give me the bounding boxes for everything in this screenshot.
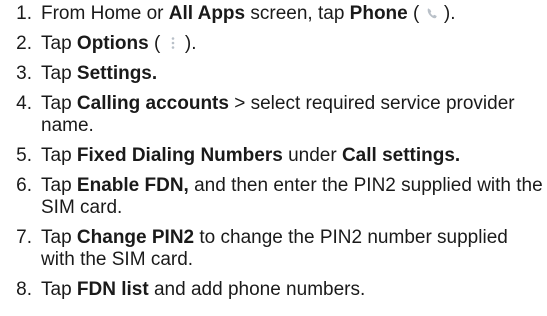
step-number: 6. xyxy=(16,175,32,196)
step-number: 2. xyxy=(16,33,32,54)
step-plain-text: From Home or xyxy=(41,3,169,24)
step-item: 3. Tap Settings. xyxy=(0,63,547,85)
step-item: 4. Tap Calling accounts > select required… xyxy=(0,93,547,137)
step-emphasis-text: Fixed Dialing Numbers xyxy=(76,145,283,166)
step-item: 2. Tap Options ( ). xyxy=(0,33,547,55)
step-emphasis-text: Calling accounts xyxy=(76,93,229,114)
step-plain-text: screen, tap xyxy=(245,3,350,24)
step-number: 4. xyxy=(16,93,32,114)
step-text: Tap Change PIN2 to change the PIN2 numbe… xyxy=(41,227,547,271)
step-number: 3. xyxy=(16,63,32,84)
step-text: Tap Enable FDN, and then enter the PIN2 … xyxy=(41,175,547,219)
instruction-steps-list: 1. From Home or All Apps screen, tap Phon… xyxy=(0,3,547,309)
step-emphasis-text: Phone xyxy=(349,3,408,24)
step-emphasis-text: All Apps xyxy=(168,3,246,24)
step-text: Tap Calling accounts > select required s… xyxy=(41,93,547,137)
step-text: Tap Settings. xyxy=(41,63,547,85)
step-plain-text: Tap xyxy=(41,145,77,166)
step-number: 8. xyxy=(16,279,32,300)
step-text: From Home or All Apps screen, tap Phone … xyxy=(41,3,547,25)
step-item: 8. Tap FDN list and add phone numbers. xyxy=(0,279,547,301)
step-number: 7. xyxy=(16,227,32,248)
step-emphasis-text: Options xyxy=(76,33,149,54)
step-plain-text: under xyxy=(282,145,342,166)
step-item: 5. Tap Fixed Dialing Numbers under Call s… xyxy=(0,145,547,167)
step-item: 7. Tap Change PIN2 to change the PIN2 num… xyxy=(0,227,547,271)
step-text: Tap Fixed Dialing Numbers under Call set… xyxy=(41,145,547,167)
step-emphasis-text: Change PIN2 xyxy=(76,227,195,248)
step-number: 5. xyxy=(16,145,32,166)
step-plain-text: Tap xyxy=(41,279,77,300)
step-plain-text: ). xyxy=(179,33,197,54)
step-plain-text: Tap xyxy=(41,227,77,248)
step-plain-text: Tap xyxy=(41,175,77,196)
phone-icon xyxy=(425,5,439,21)
step-emphasis-text: FDN list xyxy=(76,279,149,300)
step-item: 6. Tap Enable FDN, and then enter the PIN… xyxy=(0,175,547,219)
more-options-icon xyxy=(166,35,180,51)
step-plain-text: Tap xyxy=(41,33,77,54)
step-number: 1. xyxy=(16,3,32,24)
step-plain-text: Tap xyxy=(41,63,77,84)
step-emphasis-text: Enable FDN, xyxy=(76,175,189,196)
step-plain-text: ( xyxy=(148,33,166,54)
step-emphasis-text: Settings. xyxy=(76,63,158,84)
step-plain-text: ). xyxy=(438,3,456,24)
step-item: 1. From Home or All Apps screen, tap Phon… xyxy=(0,3,547,25)
step-plain-text: ( xyxy=(407,3,425,24)
step-text: Tap Options ( ). xyxy=(41,33,547,55)
step-emphasis-text: Call settings. xyxy=(341,145,461,166)
step-plain-text: Tap xyxy=(41,93,77,114)
step-text: Tap FDN list and add phone numbers. xyxy=(41,279,547,301)
step-plain-text: and add phone numbers. xyxy=(148,279,366,300)
